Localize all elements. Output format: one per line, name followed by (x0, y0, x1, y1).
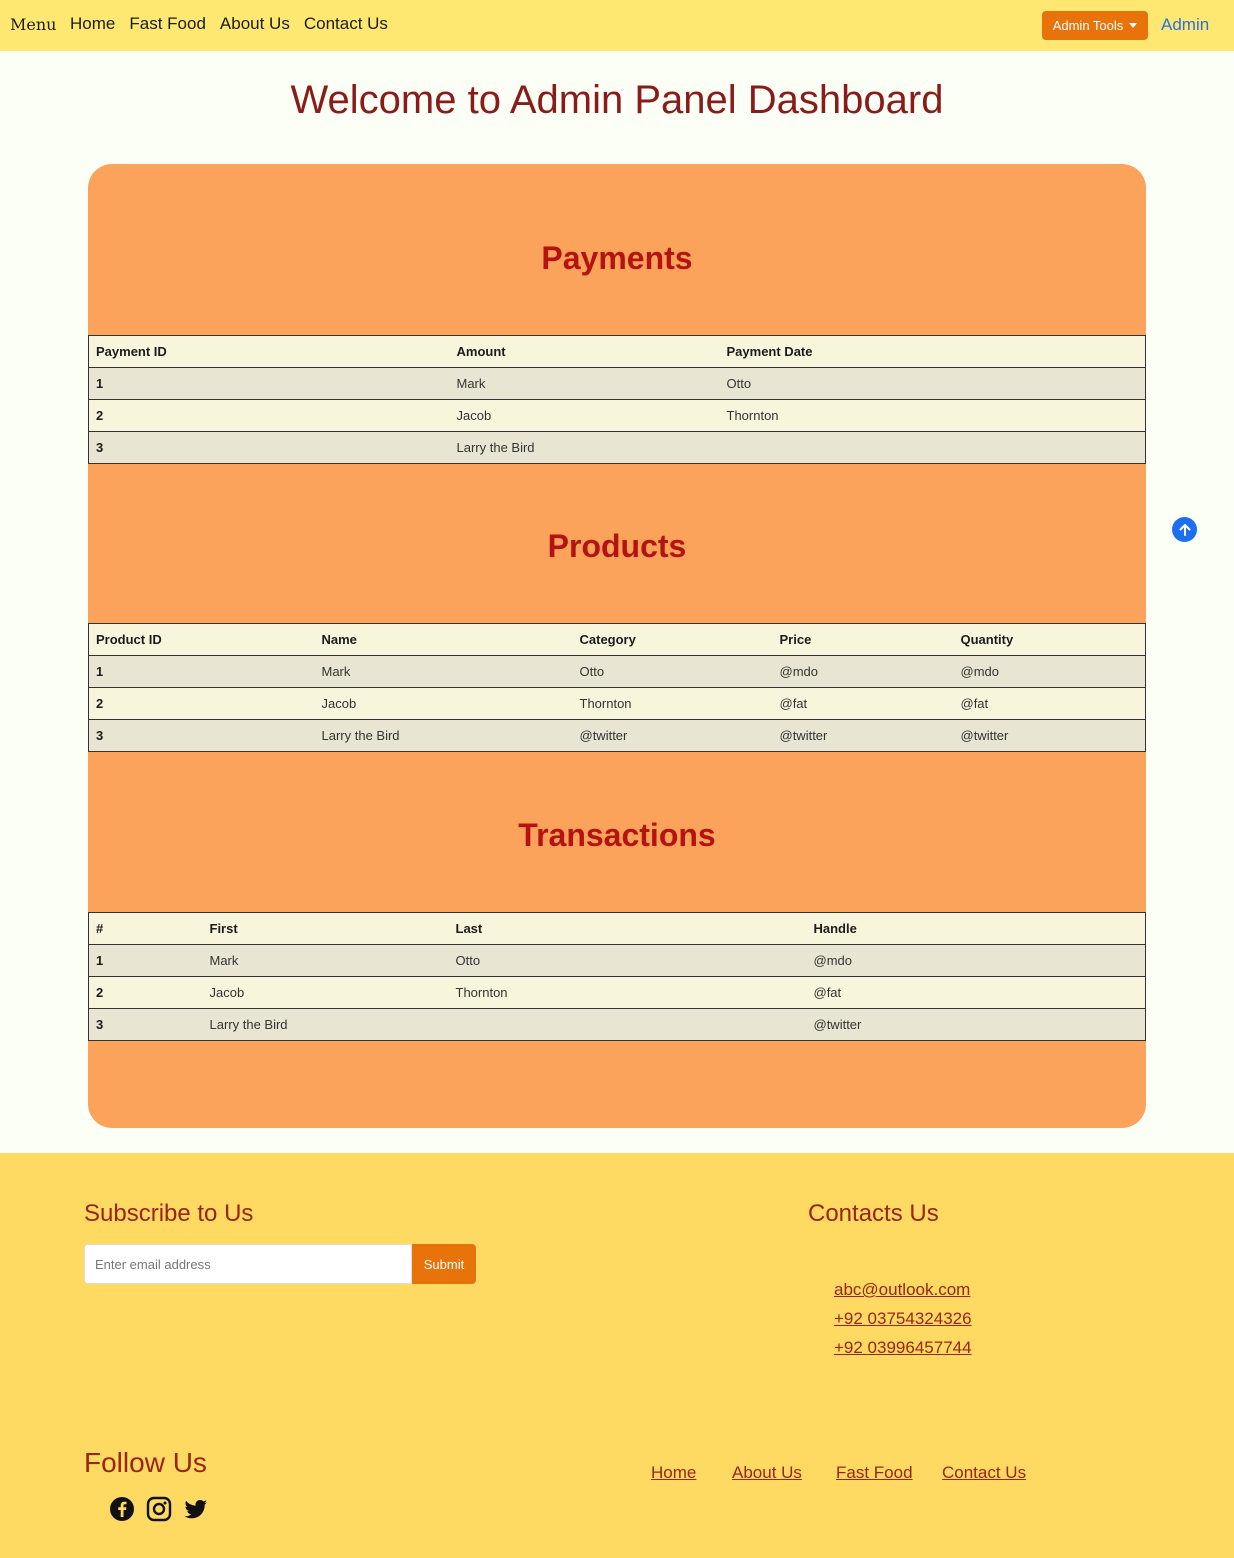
footer-link-fast-food[interactable]: Fast Food (836, 1463, 913, 1483)
table-cell: Larry the Bird (314, 719, 573, 752)
column-header: First (202, 912, 449, 945)
column-header: Payment ID (88, 335, 450, 368)
instagram-icon[interactable] (146, 1496, 172, 1522)
table-header-row: Payment ID Amount Payment Date (88, 335, 1146, 368)
table-cell (448, 1008, 807, 1041)
admin-tools-dropdown-button[interactable]: Admin Tools (1042, 11, 1148, 40)
facebook-icon[interactable] (109, 1496, 135, 1522)
column-header: Amount (449, 335, 720, 368)
column-header: Category (572, 623, 773, 656)
caret-down-icon (1129, 23, 1138, 28)
table-cell: @fat (953, 687, 1146, 720)
menu-brand[interactable]: Menu (10, 15, 56, 34)
table-cell: Otto (572, 655, 773, 688)
column-header: Payment Date (719, 335, 1146, 368)
table-row: 3 Larry the Bird (88, 431, 1146, 464)
table-row: 2 Jacob Thornton (88, 399, 1146, 432)
table-row: 3 Larry the Bird @twitter @twitter @twit… (88, 719, 1146, 752)
column-header: # (88, 912, 203, 945)
table-cell: Jacob (202, 976, 449, 1009)
table-cell: 3 (88, 719, 315, 752)
table-cell: Mark (449, 367, 720, 400)
table-cell: 1 (88, 944, 203, 977)
subscribe-title: Subscribe to Us (84, 1200, 254, 1227)
table-cell: 1 (88, 367, 450, 400)
footer-link-home[interactable]: Home (651, 1463, 696, 1483)
payments-table: Payment ID Amount Payment Date 1 Mark Ot… (88, 335, 1146, 464)
submit-button[interactable]: Submit (412, 1244, 476, 1284)
payments-title: Payments (541, 240, 693, 276)
admin-tools-label: Admin Tools (1052, 18, 1124, 33)
column-header: Product ID (88, 623, 315, 656)
contact-phone-link[interactable]: +92 03754324326 (834, 1309, 972, 1329)
table-header-row: Product ID Name Category Price Quantity (88, 623, 1146, 656)
table-cell: @mdo (806, 944, 1146, 977)
nav-link-home[interactable]: Home (70, 14, 115, 34)
table-cell: 3 (88, 1008, 203, 1041)
table-header-row: # First Last Handle (88, 912, 1146, 945)
nav-links: Home Fast Food About Us Contact Us (70, 14, 402, 34)
footer: Subscribe to Us Submit Contacts Us abc@o… (0, 1153, 1234, 1558)
admin-link[interactable]: Admin (1161, 15, 1209, 35)
table-cell: @twitter (953, 719, 1146, 752)
table-cell: Mark (314, 655, 573, 688)
table-cell: Jacob (314, 687, 573, 720)
table-cell: 1 (88, 655, 315, 688)
table-row: 1 Mark Otto @mdo @mdo (88, 655, 1146, 688)
table-row: 2 Jacob Thornton @fat @fat (88, 687, 1146, 720)
column-header: Quantity (953, 623, 1146, 656)
table-cell: 2 (88, 399, 450, 432)
table-cell: 2 (88, 976, 203, 1009)
table-cell (719, 431, 1146, 464)
column-header: Name (314, 623, 573, 656)
products-title: Products (547, 528, 687, 564)
transactions-title: Transactions (518, 817, 716, 853)
table-cell: Larry the Bird (449, 431, 720, 464)
table-cell: @fat (772, 687, 954, 720)
table-cell: Thornton (448, 976, 807, 1009)
scroll-to-top-button[interactable] (1172, 517, 1197, 542)
products-table: Product ID Name Category Price Quantity … (88, 623, 1146, 752)
table-cell: Jacob (449, 399, 720, 432)
table-row: 2 Jacob Thornton @fat (88, 976, 1146, 1009)
footer-link-contact-us[interactable]: Contact Us (942, 1463, 1026, 1483)
table-row: 3 Larry the Bird @twitter (88, 1008, 1146, 1041)
nav-link-fast-food[interactable]: Fast Food (129, 14, 206, 34)
navbar: Menu Home Fast Food About Us Contact Us … (0, 0, 1234, 51)
table-cell: Mark (202, 944, 449, 977)
table-cell: @mdo (772, 655, 954, 688)
nav-link-about-us[interactable]: About Us (220, 14, 290, 34)
column-header: Price (772, 623, 954, 656)
contact-email-link[interactable]: abc@outlook.com (834, 1280, 970, 1300)
table-cell: @twitter (806, 1008, 1146, 1041)
column-header: Handle (806, 912, 1146, 945)
table-cell: @twitter (772, 719, 954, 752)
table-cell: Thornton (572, 687, 773, 720)
table-cell: 3 (88, 431, 450, 464)
contact-phone-link[interactable]: +92 03996457744 (834, 1338, 972, 1358)
table-cell: 2 (88, 687, 315, 720)
contacts-title: Contacts Us (808, 1200, 939, 1227)
email-input[interactable] (84, 1244, 412, 1284)
table-cell: Otto (448, 944, 807, 977)
table-row: 1 Mark Otto (88, 367, 1146, 400)
page-title: Welcome to Admin Panel Dashboard (290, 78, 944, 122)
follow-title: Follow Us (84, 1447, 207, 1478)
footer-link-about-us[interactable]: About Us (732, 1463, 802, 1483)
transactions-table: # First Last Handle 1 Mark Otto @mdo 2 J… (88, 912, 1146, 1041)
table-cell: Thornton (719, 399, 1146, 432)
arrow-up-icon (1179, 523, 1190, 536)
twitter-icon[interactable] (183, 1496, 209, 1522)
table-cell: @fat (806, 976, 1146, 1009)
nav-link-contact-us[interactable]: Contact Us (304, 14, 388, 34)
table-cell: @mdo (953, 655, 1146, 688)
table-cell: Larry the Bird (202, 1008, 449, 1041)
table-row: 1 Mark Otto @mdo (88, 944, 1146, 977)
table-cell: @twitter (572, 719, 773, 752)
table-cell: Otto (719, 367, 1146, 400)
column-header: Last (448, 912, 807, 945)
